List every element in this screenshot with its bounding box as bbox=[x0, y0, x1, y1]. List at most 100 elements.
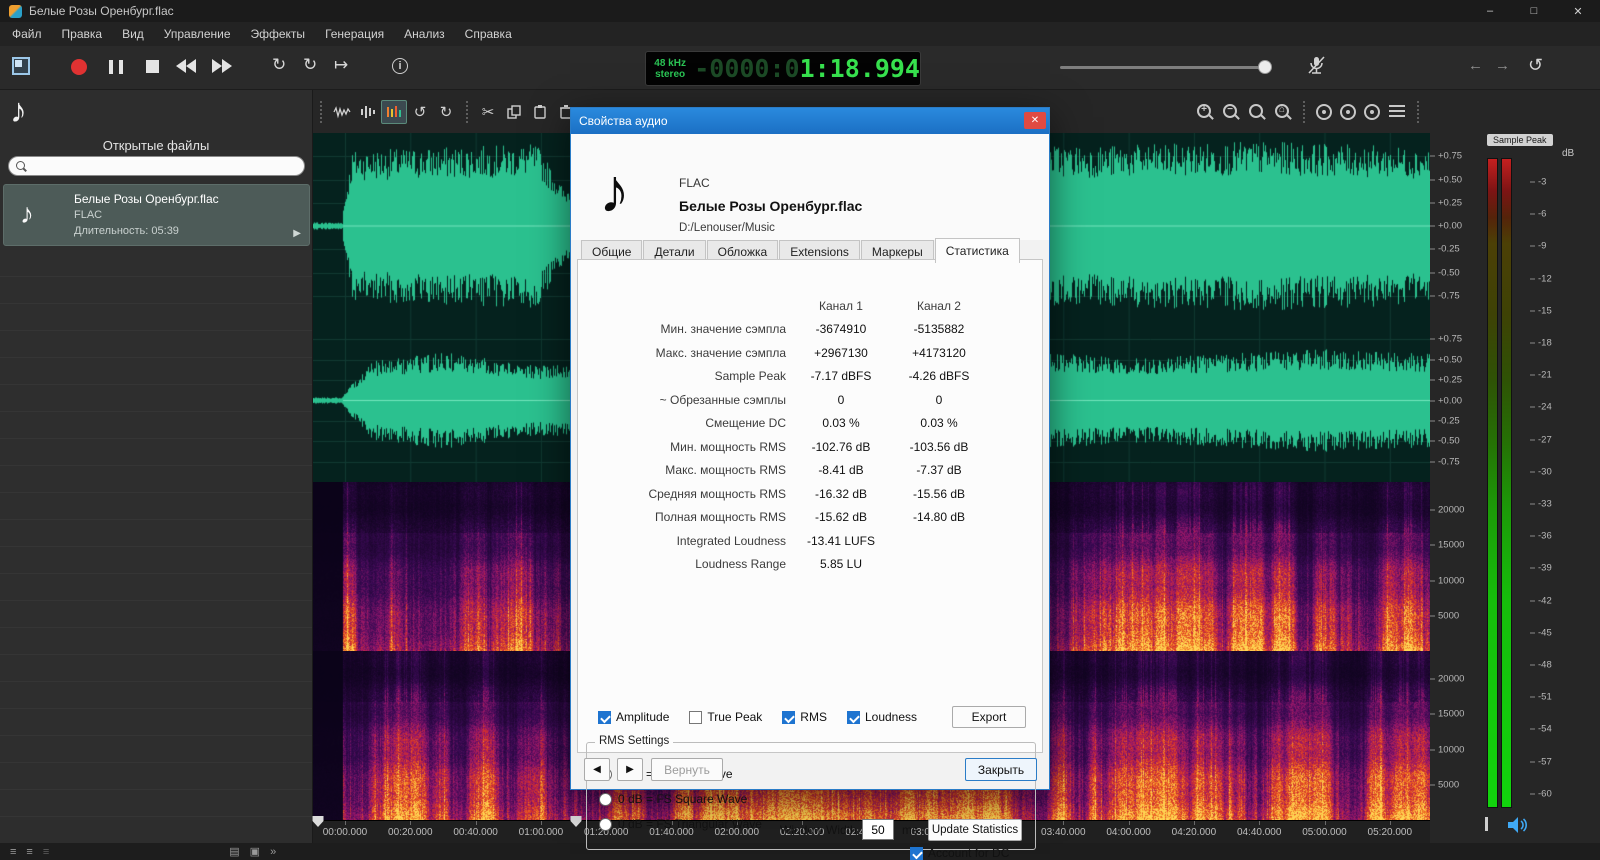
revert-button[interactable]: Вернуть bbox=[651, 758, 723, 781]
meter-tick-label: -51 bbox=[1538, 692, 1552, 703]
timeline-label: 04:40.000 bbox=[1237, 827, 1282, 838]
view-compact-icon[interactable]: ≡ bbox=[26, 846, 32, 858]
pause-button[interactable] bbox=[109, 60, 123, 74]
radio-option-1[interactable]: 0 dB = FS Square Wave bbox=[599, 792, 747, 806]
meter-tick-mark bbox=[1530, 793, 1535, 794]
zoom-out-icon[interactable]: − bbox=[1221, 102, 1241, 122]
dialog-close-button[interactable]: ✕ bbox=[1024, 112, 1046, 129]
ruler-tick-mark bbox=[1430, 295, 1435, 296]
checkbox-Loudness[interactable] bbox=[847, 711, 860, 724]
speaker-icon[interactable] bbox=[1506, 815, 1530, 835]
close-dialog-button[interactable]: Закрыть bbox=[965, 758, 1037, 781]
select-loop-icon[interactable] bbox=[1340, 104, 1356, 120]
zoom-selection-icon[interactable] bbox=[1247, 102, 1267, 122]
minimize-button[interactable]: – bbox=[1468, 0, 1512, 22]
view-detail-icon[interactable]: ≡ bbox=[43, 846, 49, 858]
timeline-label: 00:00.000 bbox=[323, 827, 368, 838]
record-button[interactable] bbox=[71, 59, 87, 75]
navigate-forward-icon[interactable]: → bbox=[1495, 57, 1510, 74]
maximize-button[interactable]: □ bbox=[1512, 0, 1556, 22]
menu-item-2[interactable]: Вид bbox=[112, 24, 154, 44]
selection-mode-icon[interactable] bbox=[12, 57, 30, 75]
playback-speed-slider[interactable] bbox=[1060, 66, 1270, 69]
meter-tick-mark bbox=[1530, 471, 1535, 472]
update-statistics-button[interactable]: Update Statistics bbox=[928, 819, 1022, 841]
search-input[interactable] bbox=[8, 156, 305, 176]
ruler-tick-label: -0.50 bbox=[1438, 436, 1460, 447]
info-icon[interactable]: i bbox=[392, 58, 408, 74]
play-to-marker-icon[interactable]: ↦ bbox=[334, 55, 348, 75]
playhead-marker[interactable] bbox=[571, 816, 582, 827]
export-button[interactable]: Export bbox=[952, 706, 1026, 728]
slider-knob[interactable] bbox=[1258, 60, 1272, 74]
navigate-back-icon[interactable]: ← bbox=[1468, 57, 1483, 74]
ruler-tick-label: 20000 bbox=[1438, 674, 1464, 685]
stop-button[interactable] bbox=[146, 60, 159, 73]
menu-item-0[interactable]: Файл bbox=[2, 24, 52, 44]
ruler-tick-mark bbox=[1430, 359, 1435, 360]
effect-rack-icon[interactable] bbox=[1389, 105, 1405, 119]
bars-view-icon[interactable] bbox=[355, 100, 381, 124]
radio-button-1[interactable] bbox=[599, 793, 612, 806]
menu-item-5[interactable]: Генерация bbox=[315, 24, 394, 44]
thumbnail-icon[interactable]: ▣ bbox=[250, 845, 260, 858]
meter-tick-label: -48 bbox=[1538, 660, 1552, 671]
loop-start-marker[interactable] bbox=[313, 816, 324, 827]
checkbox-label-RMS: RMS bbox=[800, 710, 827, 724]
meter-tick-mark bbox=[1530, 665, 1535, 666]
file-play-icon[interactable]: ▶ bbox=[293, 228, 301, 239]
account-for-dc-checkbox[interactable] bbox=[910, 847, 923, 860]
zoom-fit-icon[interactable]: ⌂ bbox=[1273, 102, 1293, 122]
close-button[interactable]: ✕ bbox=[1556, 0, 1600, 22]
redo-icon[interactable]: ↻ bbox=[433, 100, 459, 124]
checkbox-Amplitude[interactable] bbox=[598, 711, 611, 724]
checkbox-True Peak[interactable] bbox=[689, 711, 702, 724]
ruler-tick-label: +0.25 bbox=[1438, 197, 1462, 208]
menu-item-7[interactable]: Справка bbox=[455, 24, 522, 44]
select-marker-icon[interactable] bbox=[1364, 104, 1380, 120]
expand-icon[interactable]: » bbox=[270, 846, 276, 858]
tab-Статистика[interactable]: Статистика bbox=[935, 238, 1020, 263]
copy-icon[interactable] bbox=[501, 100, 527, 124]
ruler-tick-label: +0.00 bbox=[1438, 395, 1462, 406]
window-width-input[interactable] bbox=[862, 819, 894, 840]
cut-icon[interactable]: ✂ bbox=[475, 100, 501, 124]
ruler-tick-15000: 15000 bbox=[1430, 709, 1464, 720]
search-icon bbox=[15, 160, 27, 172]
timeline-label: 04:20.000 bbox=[1172, 827, 1217, 838]
meter-mini-slider[interactable] bbox=[1485, 817, 1488, 831]
menu-item-1[interactable]: Правка bbox=[52, 24, 113, 44]
loop-one-icon[interactable]: ↻ bbox=[303, 55, 317, 75]
level-meter-panel: Sample Peak dB -3-6-9-12-15-18-21-24-27-… bbox=[1478, 90, 1600, 843]
checkbox-RMS[interactable] bbox=[782, 711, 795, 724]
menu-item-3[interactable]: Управление bbox=[154, 24, 241, 44]
menu-item-6[interactable]: Анализ bbox=[394, 24, 455, 44]
radio-button-2[interactable] bbox=[599, 818, 612, 831]
stat-value-ch1: -7.17 dBFS bbox=[792, 369, 890, 383]
open-file-item[interactable]: ♪ Белые Розы Оренбург.flac FLAC Длительн… bbox=[3, 184, 310, 246]
radio-option-2[interactable]: 0 dB = FS Triangular Wave bbox=[599, 817, 762, 831]
dialog-titlebar[interactable]: Свойства аудио ✕ bbox=[571, 108, 1049, 134]
meter-tick--54: -54 bbox=[1530, 724, 1552, 735]
select-all-icon[interactable] bbox=[1316, 104, 1332, 120]
paste-icon[interactable] bbox=[527, 100, 553, 124]
view-list-icon[interactable]: ≡ bbox=[10, 846, 16, 858]
rewind-button[interactable] bbox=[176, 59, 196, 73]
prev-file-button[interactable]: ◀ bbox=[584, 758, 610, 781]
account-for-dc-option[interactable]: Account for DC bbox=[910, 846, 1009, 860]
history-icon[interactable]: ↺ bbox=[1528, 55, 1543, 76]
fast-forward-button[interactable] bbox=[212, 59, 232, 73]
waveform-view-icon[interactable] bbox=[329, 100, 355, 124]
ruler-tick-label: 5000 bbox=[1438, 779, 1459, 790]
meter-mode-label[interactable]: Sample Peak bbox=[1487, 134, 1553, 146]
zoom-in-icon[interactable]: + bbox=[1195, 102, 1215, 122]
spectrogram-view-icon[interactable] bbox=[381, 100, 407, 124]
loop-icon[interactable]: ↻ bbox=[272, 55, 286, 75]
keyboard-icon[interactable]: ▤ bbox=[229, 845, 239, 858]
microphone-muted-icon[interactable] bbox=[1306, 55, 1326, 77]
ruler-tick-label: 10000 bbox=[1438, 575, 1464, 586]
undo-icon[interactable]: ↺ bbox=[407, 100, 433, 124]
menu-item-4[interactable]: Эффекты bbox=[241, 24, 316, 44]
next-file-button[interactable]: ▶ bbox=[617, 758, 643, 781]
ruler-tick-+0.75: +0.75 bbox=[1430, 334, 1462, 345]
